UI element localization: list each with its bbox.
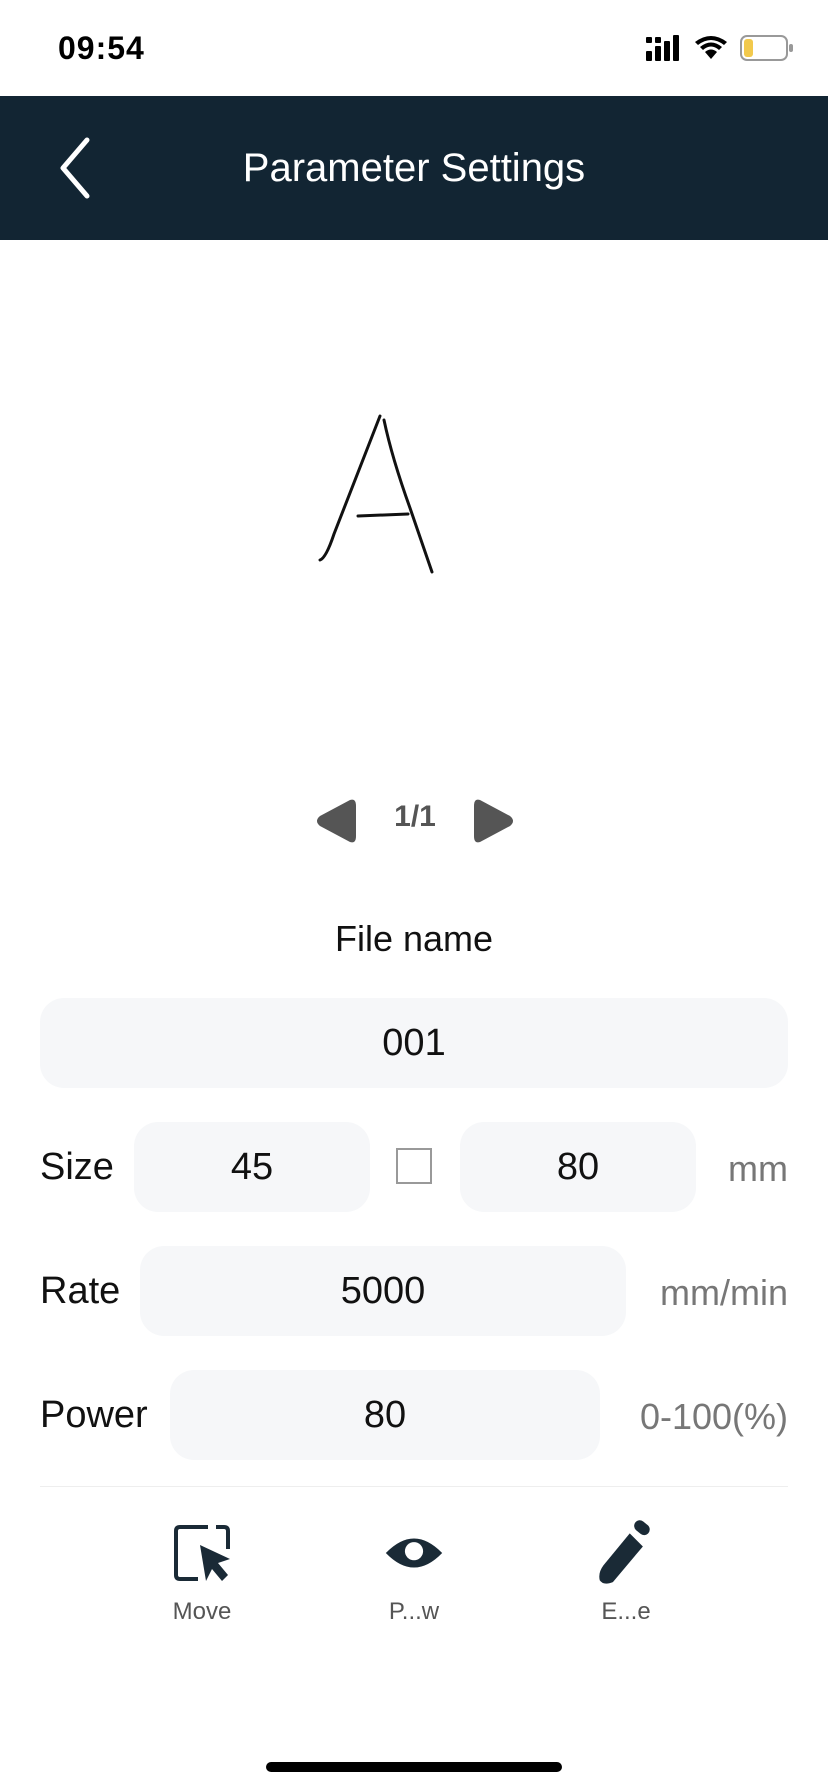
size-unit: mm bbox=[728, 1148, 788, 1189]
move-button[interactable]: Move bbox=[122, 1510, 282, 1630]
power-input[interactable] bbox=[170, 1370, 600, 1460]
page-title: Parameter Settings bbox=[242, 146, 586, 190]
back-button[interactable] bbox=[40, 126, 110, 210]
preview-label: P...w bbox=[388, 1598, 440, 1625]
rate-label: Rate bbox=[40, 1270, 121, 1312]
status-bar: 09:54 bbox=[0, 0, 828, 96]
preview-button[interactable]: P...w bbox=[334, 1510, 494, 1630]
header-bar: Parameter Settings bbox=[0, 96, 828, 240]
move-label: Move bbox=[172, 1598, 232, 1625]
page-navigator: 1/1 bbox=[300, 790, 530, 850]
triangle-right-icon bbox=[474, 799, 513, 843]
next-page-button[interactable] bbox=[470, 796, 518, 846]
file-name-input[interactable] bbox=[40, 998, 788, 1088]
cellular-signal-icon bbox=[646, 35, 679, 61]
drawing-preview bbox=[314, 398, 514, 588]
power-unit: 0-100(%) bbox=[639, 1396, 788, 1437]
eye-icon bbox=[385, 1538, 443, 1568]
size-label: Size bbox=[40, 1146, 114, 1188]
status-time: 09:54 bbox=[58, 30, 145, 66]
size-height-input[interactable] bbox=[460, 1122, 696, 1212]
divider bbox=[40, 1486, 788, 1487]
power-label: Power bbox=[40, 1394, 148, 1436]
chevron-left-icon bbox=[60, 137, 90, 199]
battery-icon bbox=[740, 35, 793, 61]
cursor-select-icon bbox=[174, 1525, 230, 1581]
lock-ratio-checkbox[interactable] bbox=[396, 1148, 432, 1184]
engrave-label: E...e bbox=[601, 1598, 651, 1625]
size-width-input[interactable] bbox=[134, 1122, 370, 1212]
wifi-icon bbox=[695, 36, 727, 59]
knife-icon bbox=[599, 1520, 650, 1584]
rate-input[interactable] bbox=[140, 1246, 626, 1336]
home-indicator bbox=[266, 1762, 562, 1772]
status-icons bbox=[646, 34, 794, 62]
rate-unit: mm/min bbox=[660, 1272, 788, 1313]
letter-a-drawing bbox=[318, 414, 434, 574]
engrave-button[interactable]: E...e bbox=[546, 1510, 706, 1630]
file-name-label: File name bbox=[334, 918, 494, 959]
